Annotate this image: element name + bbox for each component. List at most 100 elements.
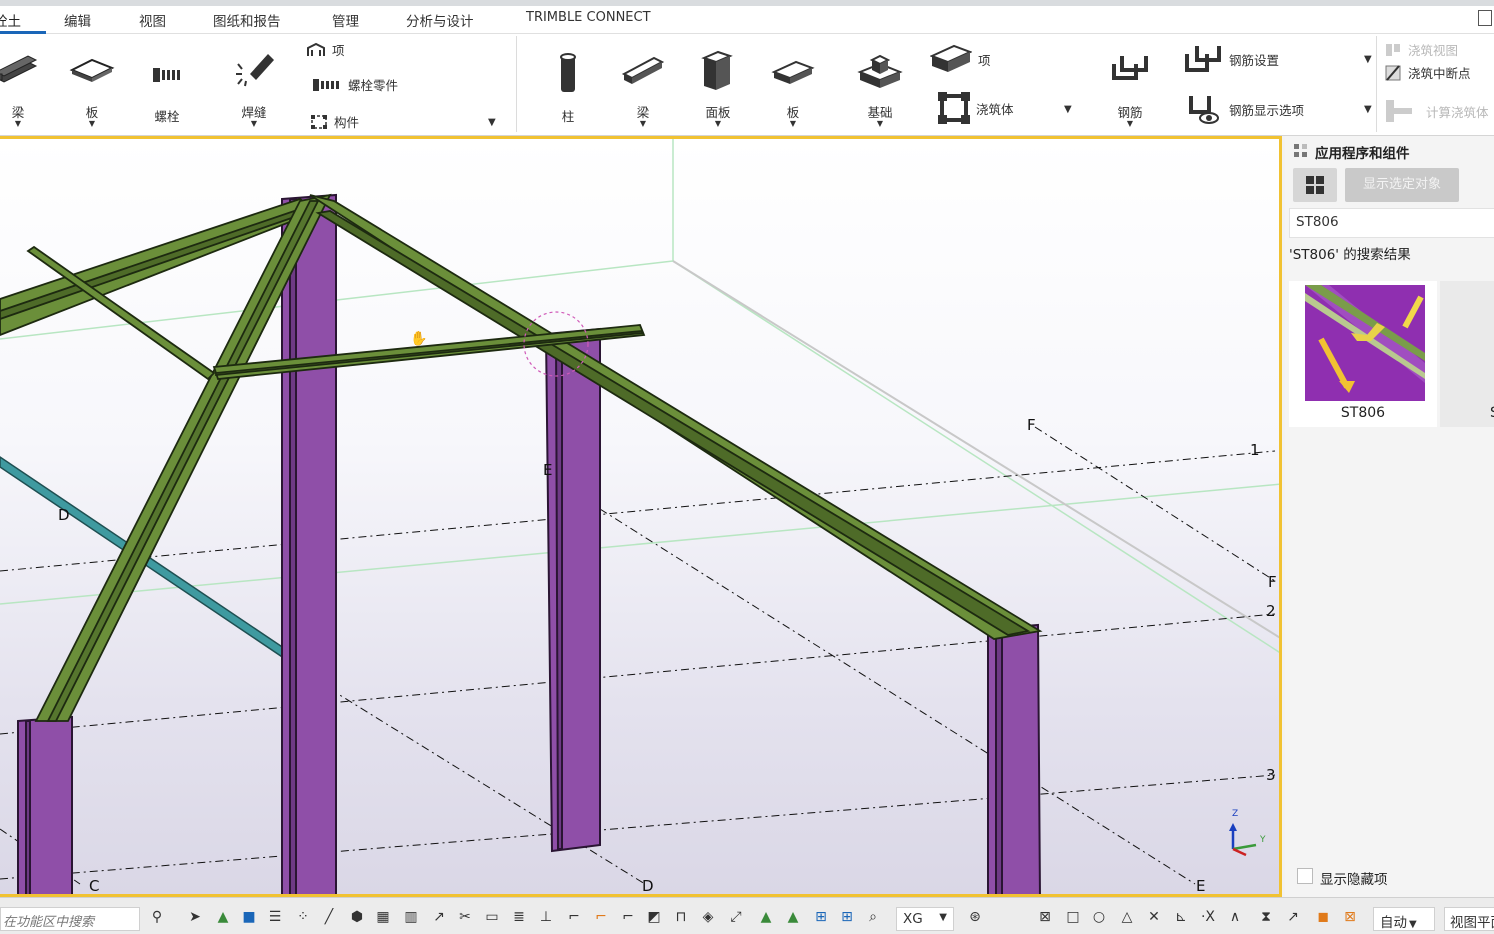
zoom-icon[interactable]: ⌕ (864, 908, 882, 926)
tab-manage[interactable]: 管理 (332, 10, 359, 30)
snap-triangle-icon[interactable]: △ (1118, 908, 1136, 926)
bolt-parts-icon (313, 78, 339, 91)
pour-view-label: 浇筑视图 (1408, 43, 1459, 58)
snap-nearest-icon[interactable]: ⌐ (619, 908, 637, 926)
show-selected-button[interactable]: 显示选定对象 (1345, 168, 1459, 202)
chevron-down-icon[interactable]: ▼ (620, 119, 666, 128)
component-button[interactable]: 构件 (310, 112, 359, 131)
snap-line-icon[interactable]: ⊓ (672, 908, 690, 926)
filter-select[interactable]: XG ▼ (896, 907, 954, 931)
snap-extension-icon[interactable]: ⤢ (727, 908, 745, 926)
pour-object-label: 浇筑体 (976, 101, 1014, 117)
select-component-icon[interactable]: ⬢ (348, 908, 366, 926)
chevron-down-icon[interactable]: ▼ (770, 119, 816, 128)
pour-object-button[interactable]: 浇筑体 (938, 92, 1014, 124)
snap-hourglass-icon[interactable]: ⧗ (1257, 908, 1275, 926)
chevron-down-icon[interactable]: ▼ (856, 119, 904, 128)
snap-mode-select[interactable]: 自动 ▼ (1373, 907, 1435, 931)
tab-analysis-design[interactable]: 分析与设计 (406, 10, 474, 30)
select-assembly-icon[interactable]: ≣ (510, 908, 528, 926)
snap-box-x-icon[interactable]: ⊠ (1036, 908, 1054, 926)
select-bolt-icon[interactable]: ▦ (374, 908, 392, 926)
tab-trimble-connect[interactable]: TRIMBLE CONNECT (526, 10, 651, 25)
show-hidden-checkbox[interactable] (1297, 868, 1313, 884)
select-grid-icon[interactable]: ☰ (266, 908, 284, 926)
snap-circle-icon[interactable]: ○ (1090, 908, 1108, 926)
snap-diagonal-icon[interactable]: ↗ (1284, 908, 1302, 926)
concrete-beam-button[interactable]: 梁 ▼ (620, 34, 666, 134)
select-parts-icon[interactable]: ▲ (214, 908, 232, 926)
tab-drawings-reports[interactable]: 图纸和报告 (213, 10, 281, 30)
chevron-down-icon[interactable]: ▼ (230, 119, 278, 128)
snap-square-icon[interactable]: □ (1064, 908, 1082, 926)
chevron-down-icon[interactable]: ▼ (1364, 104, 1372, 115)
chevron-down-icon[interactable]: ▼ (1106, 119, 1154, 128)
snap-orange-box-x-icon[interactable]: ⊠ (1341, 908, 1359, 926)
select-line-icon[interactable]: ╱ (320, 908, 338, 926)
snap-ref-icon[interactable]: ⌐ (565, 908, 583, 926)
chevron-down-icon[interactable]: ▼ (488, 117, 496, 128)
select-view-icon[interactable]: ▭ (483, 908, 501, 926)
rebar-button[interactable]: 钢筋 ▼ (1106, 34, 1154, 134)
steel-plate-button[interactable]: 板 ▼ (66, 34, 118, 134)
select-cut-icon[interactable]: ✂ (456, 908, 474, 926)
bolt-parts-button[interactable]: 螺栓零件 (312, 75, 398, 94)
snap-perpendicular-icon[interactable]: ⊾ (1172, 908, 1190, 926)
snap-layers-icon[interactable]: ◈ (699, 908, 717, 926)
snap-angle-icon[interactable]: ∧ (1226, 908, 1244, 926)
model-viewport[interactable]: F 1 F 2 3 D E C D E Z Y ✋ (0, 136, 1282, 897)
column-button[interactable]: 柱 (548, 34, 588, 134)
rebar-settings-icon (1185, 46, 1221, 72)
render-icon[interactable]: ⊛ (966, 908, 984, 926)
item-button[interactable]: 项 (306, 40, 345, 59)
snap-zone-icon[interactable]: ▲ (757, 908, 775, 926)
snap-grid-icon[interactable]: ⊞ (812, 908, 830, 926)
chevron-down-icon[interactable]: ▼ (696, 119, 740, 128)
panel-button[interactable]: 面板 ▼ (696, 34, 740, 134)
pour-break-icon (1385, 64, 1401, 81)
component-label: 构件 (334, 115, 360, 130)
result-item-card-partial[interactable]: S (1440, 281, 1494, 427)
footing-button[interactable]: 基础 ▼ (856, 34, 904, 134)
chevron-down-icon[interactable]: ▼ (0, 119, 40, 128)
grid-view-button[interactable] (1293, 168, 1337, 202)
chevron-down-icon[interactable]: ▼ (1364, 54, 1372, 65)
weld-button[interactable]: 焊缝 ▼ (230, 34, 278, 134)
pour-view-button[interactable]: 浇筑视图 (1384, 40, 1458, 59)
steel-beam-button[interactable]: 梁 ▼ (0, 34, 40, 134)
show-hidden-label: 显示隐藏项 (1320, 872, 1388, 888)
select-weld-icon[interactable]: ↗ (430, 908, 448, 926)
ribbon-separator (516, 36, 517, 132)
tab-edit[interactable]: 编辑 (64, 10, 91, 30)
snap-x-icon[interactable]: ⋅X (1199, 908, 1217, 926)
search-icon[interactable]: ⚲ (148, 908, 166, 926)
slab-button[interactable]: 板 ▼ (770, 34, 816, 134)
grid-label-F-top: F (1027, 416, 1036, 434)
chevron-down-icon[interactable]: ▼ (66, 119, 118, 128)
calc-pour-button[interactable]: 计算浇筑体 (1384, 96, 1489, 126)
snap-cross-icon[interactable]: ✕ (1145, 908, 1163, 926)
select-beam-icon[interactable]: ⊥ (537, 908, 555, 926)
select-rebar-icon[interactable]: ▥ (402, 908, 420, 926)
pour-break-button[interactable]: 浇筑中断点 (1384, 63, 1471, 82)
snap-grid-alt-icon[interactable]: ⊞ (838, 908, 856, 926)
snap-orange-box-icon[interactable]: ◼ (1314, 908, 1332, 926)
component-search-input[interactable]: ST806 (1289, 208, 1494, 238)
select-arrow-icon[interactable]: ➤ (186, 908, 204, 926)
snap-geometry-icon[interactable]: ⌐ (592, 908, 610, 926)
window-restore-icon[interactable] (1478, 10, 1492, 26)
select-points-icon[interactable]: ⁘ (294, 908, 312, 926)
tab-steel[interactable]: 砼土 (0, 10, 21, 30)
bolt-button[interactable]: 螺栓 (144, 34, 190, 134)
select-objects-icon[interactable]: ■ (240, 908, 258, 926)
tab-view[interactable]: 视图 (139, 10, 166, 30)
view-plane-select[interactable]: 视图平面 (1444, 907, 1494, 931)
rebar-settings-button[interactable]: 钢筋设置 (1183, 42, 1279, 76)
chevron-down-icon[interactable]: ▼ (1064, 104, 1072, 115)
ribbon-search-input[interactable]: 在功能区中搜索 (0, 907, 140, 931)
snap-plane-icon[interactable]: ◩ (645, 908, 663, 926)
result-item-card[interactable]: ST806 (1289, 281, 1437, 427)
concrete-item-button[interactable]: 项 (930, 44, 991, 74)
rebar-display-button[interactable]: 钢筋显示选项 (1187, 92, 1304, 126)
snap-marker-icon[interactable]: ▲ (784, 908, 802, 926)
